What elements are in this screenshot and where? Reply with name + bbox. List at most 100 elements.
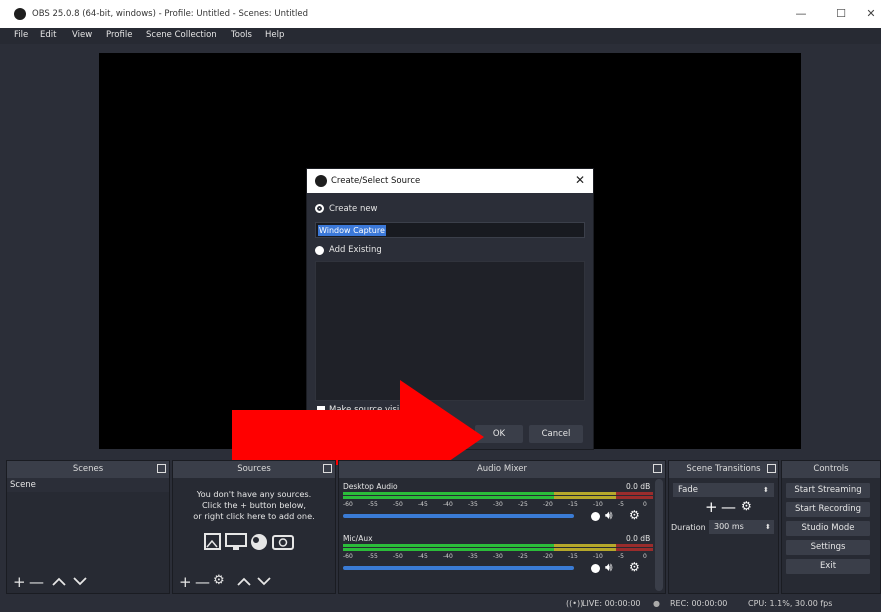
meter-tick-label: -10 — [593, 553, 603, 560]
meter-tick-label: -35 — [468, 553, 478, 560]
live-status: LIVE: 00:00:00 — [582, 599, 641, 608]
meter-tick-label: -50 — [393, 553, 403, 560]
sources-title: Sources — [237, 464, 271, 474]
audio-settings-gear-icon[interactable]: ⚙ — [629, 560, 640, 574]
status-bar: ((•)) LIVE: 00:00:00 ● REC: 00:00:00 CPU… — [0, 596, 881, 612]
menu-help[interactable]: Help — [265, 30, 284, 40]
dock-float-icon[interactable] — [767, 464, 776, 473]
scenes-title: Scenes — [72, 464, 104, 474]
cancel-button[interactable]: Cancel — [529, 425, 583, 443]
desktop-audio-meter — [343, 492, 653, 499]
settings-button[interactable]: Settings — [786, 540, 870, 555]
meter-tick-label: -15 — [568, 501, 578, 508]
sources-empty-message[interactable]: You don't have any sources. Click the + … — [173, 489, 335, 522]
remove-transition-icon[interactable]: — — [721, 498, 736, 516]
audio-settings-gear-icon[interactable]: ⚙ — [629, 508, 640, 522]
menu-profile[interactable]: Profile — [106, 30, 132, 40]
dock-float-icon[interactable] — [323, 464, 332, 473]
meter-tick-label: -40 — [443, 501, 453, 508]
meter-tick-label: 0 — [643, 553, 647, 560]
scene-list-item[interactable]: Scene — [7, 478, 169, 492]
spin-arrows-icon: ⬍ — [765, 523, 771, 531]
volume-track — [343, 514, 574, 518]
volume-slider-handle[interactable] — [591, 564, 600, 573]
meter-tick-label: -60 — [343, 501, 353, 508]
rec-status: REC: 00:00:00 — [670, 599, 728, 608]
menu-edit[interactable]: Edit — [40, 30, 56, 40]
menu-file[interactable]: File — [14, 30, 28, 40]
move-up-icon[interactable] — [52, 577, 66, 586]
start-streaming-button[interactable]: Start Streaming — [786, 483, 870, 498]
add-transition-icon[interactable]: + — [705, 498, 718, 516]
duration-input[interactable]: 300 ms ⬍ — [709, 520, 774, 534]
meter-tick-label: -30 — [493, 553, 503, 560]
meter-tick-label: -55 — [368, 501, 378, 508]
sources-dock-header: Sources — [173, 461, 335, 478]
move-down-icon[interactable] — [257, 577, 271, 586]
scene-transitions-title: Scene Transitions — [686, 464, 761, 474]
move-up-icon[interactable] — [237, 577, 251, 586]
remove-source-icon[interactable]: — — [195, 573, 210, 591]
dock-float-icon[interactable] — [157, 464, 166, 473]
duration-value: 300 ms — [714, 522, 744, 531]
desktop-audio-volume-slider[interactable] — [343, 514, 591, 518]
create-new-radio[interactable] — [315, 204, 324, 213]
scenes-dock-header: Scenes — [7, 461, 169, 478]
sources-empty-line: or right click here to add one. — [193, 511, 315, 521]
close-button[interactable]: ✕ — [851, 0, 881, 28]
meter-tick-label: -25 — [518, 501, 528, 508]
menu-scene-collection[interactable]: Scene Collection — [146, 30, 217, 40]
add-scene-icon[interactable]: + — [13, 573, 26, 591]
title-bar: OBS 25.0.8 (64-bit, windows) - Profile: … — [0, 0, 881, 28]
meter-tick-label: -30 — [493, 501, 503, 508]
menu-tools[interactable]: Tools — [231, 30, 252, 40]
meter-tick-label: -20 — [543, 501, 553, 508]
mic-aux-db: 0.0 dB — [626, 534, 651, 543]
source-type-icons — [204, 533, 294, 550]
obs-logo-icon — [14, 8, 26, 20]
live-broadcast-icon: ((•)) — [566, 599, 584, 608]
add-source-icon[interactable]: + — [179, 573, 192, 591]
dialog-close-icon[interactable]: ✕ — [575, 173, 585, 187]
mic-aux-volume-slider[interactable] — [343, 566, 591, 570]
speaker-icon[interactable]: 🔊︎ — [605, 508, 613, 523]
move-down-icon[interactable] — [73, 577, 87, 586]
menu-view[interactable]: View — [72, 30, 92, 40]
controls-dock: Controls Start Streaming Start Recording… — [781, 460, 881, 594]
meter-tick-label: -50 — [393, 501, 403, 508]
dock-float-icon[interactable] — [653, 464, 662, 473]
desktop-audio-db: 0.0 dB — [626, 482, 651, 491]
speaker-icon[interactable]: 🔊︎ — [605, 560, 613, 575]
mixer-scrollbar[interactable] — [655, 479, 663, 591]
meter-tick-label: -10 — [593, 501, 603, 508]
transition-select[interactable]: Fade ⬍ — [673, 483, 774, 497]
menu-bar: File Edit View Profile Scene Collection … — [0, 28, 881, 44]
meter-tick-label: -5 — [618, 553, 624, 560]
exit-button[interactable]: Exit — [786, 559, 870, 574]
controls-header: Controls — [782, 461, 880, 478]
remove-scene-icon[interactable]: — — [29, 573, 44, 591]
source-name-input[interactable]: Window Capture — [315, 222, 585, 238]
controls-title: Controls — [813, 464, 849, 474]
add-existing-label: Add Existing — [329, 245, 382, 255]
dropdown-arrows-icon: ⬍ — [763, 486, 769, 494]
audio-mixer-header: Audio Mixer — [339, 461, 665, 478]
start-recording-button[interactable]: Start Recording — [786, 502, 870, 517]
meter-tick-label: -20 — [543, 553, 553, 560]
meter-tick-label: -45 — [418, 553, 428, 560]
sources-empty-line: You don't have any sources. — [196, 489, 312, 499]
window-title: OBS 25.0.8 (64-bit, windows) - Profile: … — [32, 9, 308, 19]
meter-tick-label: -45 — [418, 501, 428, 508]
mic-aux-meter — [343, 544, 653, 551]
desktop-audio-label: Desktop Audio — [343, 482, 398, 491]
add-existing-radio[interactable] — [315, 246, 324, 255]
scenes-dock: Scenes Scene + — — [6, 460, 170, 594]
source-properties-gear-icon[interactable]: ⚙ — [213, 573, 225, 588]
rec-dot-icon: ● — [653, 599, 660, 608]
studio-mode-button[interactable]: Studio Mode — [786, 521, 870, 536]
audio-mixer-dock: Audio Mixer Desktop Audio 0.0 dB -60 -55 -… — [338, 460, 666, 594]
minimize-button[interactable]: — — [781, 0, 821, 28]
transition-settings-gear-icon[interactable]: ⚙ — [741, 499, 752, 513]
volume-slider-handle[interactable] — [591, 512, 600, 521]
audio-mixer-title: Audio Mixer — [476, 464, 528, 474]
